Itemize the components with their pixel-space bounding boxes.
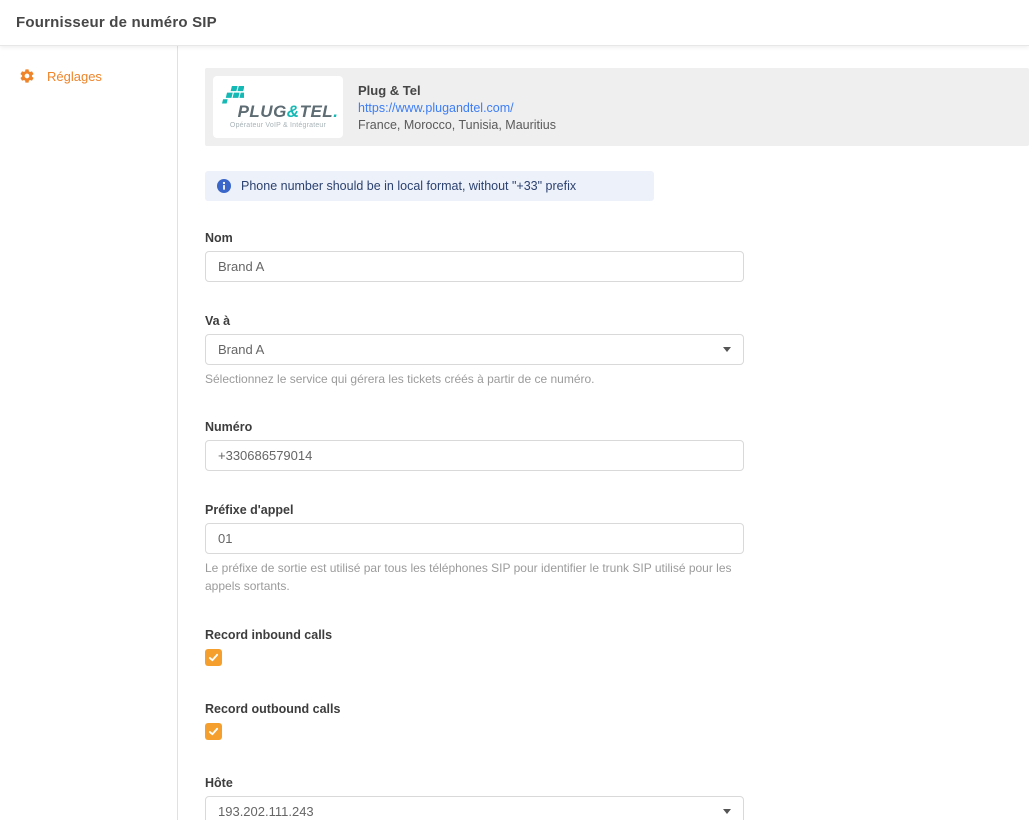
record-inbound-checkbox[interactable] — [205, 649, 222, 666]
logo-wordmark: PLUG&TEL. — [238, 103, 339, 120]
logo-tagline: Opérateur VoIP & Intégrateur — [230, 122, 326, 129]
prefixe-label: Préfixe d'appel — [205, 503, 744, 517]
page-header: Fournisseur de numéro SIP — [0, 0, 1029, 46]
prefixe-help-text: Le préfixe de sortie est utilisé par tou… — [205, 560, 744, 595]
page-title: Fournisseur de numéro SIP — [16, 14, 217, 31]
chevron-down-icon — [723, 809, 731, 814]
info-banner: Phone number should be in local format, … — [205, 171, 654, 201]
field-group-record-inbound: Record inbound calls — [205, 628, 744, 666]
field-group-nom: Nom — [205, 231, 744, 282]
numero-label: Numéro — [205, 420, 744, 434]
settings-sidebar: Réglages — [0, 46, 178, 820]
info-icon — [217, 179, 231, 193]
nom-label: Nom — [205, 231, 744, 245]
field-group-numero: Numéro — [205, 420, 744, 471]
va-a-selected-value: Brand A — [218, 342, 264, 357]
field-group-prefixe: Préfixe d'appel Le préfixe de sortie est… — [205, 503, 744, 595]
chevron-down-icon — [723, 347, 731, 352]
va-a-help-text: Sélectionnez le service qui gérera les t… — [205, 371, 744, 388]
record-inbound-label: Record inbound calls — [205, 628, 744, 642]
provider-card: PLUG&TEL. Opérateur VoIP & Intégrateur P… — [205, 68, 1029, 146]
record-outbound-label: Record outbound calls — [205, 702, 744, 716]
va-a-label: Va à — [205, 314, 744, 328]
gear-icon — [19, 68, 35, 84]
hote-select[interactable]: 193.202.111.243 — [205, 796, 744, 820]
sidebar-item-label: Réglages — [47, 69, 102, 84]
layout: Réglages PLUG&TEL. — [0, 46, 1029, 820]
prefixe-input[interactable] — [205, 523, 744, 554]
settings-content: PLUG&TEL. Opérateur VoIP & Intégrateur P… — [178, 46, 1029, 820]
provider-name: Plug & Tel — [358, 83, 556, 98]
plugandtel-logo: PLUG&TEL. Opérateur VoIP & Intégrateur — [213, 76, 343, 138]
provider-countries: France, Morocco, Tunisia, Mauritius — [358, 118, 556, 132]
nom-input[interactable] — [205, 251, 744, 282]
sidebar-item-reglages[interactable]: Réglages — [0, 68, 177, 84]
numero-input[interactable] — [205, 440, 744, 471]
hote-selected-value: 193.202.111.243 — [218, 804, 314, 819]
field-group-va-a: Va à Brand A Sélectionnez le service qui… — [205, 314, 744, 388]
info-banner-text: Phone number should be in local format, … — [241, 179, 576, 193]
provider-url-link[interactable]: https://www.plugandtel.com/ — [358, 101, 556, 115]
record-outbound-checkbox[interactable] — [205, 723, 222, 740]
field-group-record-outbound: Record outbound calls — [205, 702, 744, 740]
checkmark-icon — [208, 726, 219, 737]
checkmark-icon — [208, 652, 219, 663]
hote-label: Hôte — [205, 776, 744, 790]
va-a-select[interactable]: Brand A — [205, 334, 744, 365]
field-group-hote: Hôte 193.202.111.243 — [205, 776, 744, 820]
